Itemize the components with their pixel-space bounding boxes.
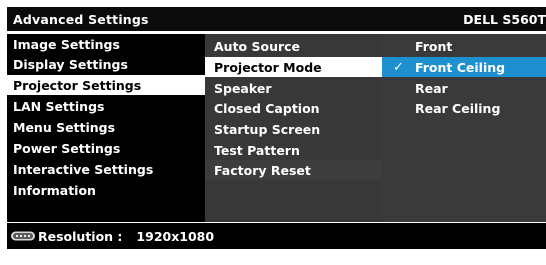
option-label: Rear Ceiling: [415, 100, 501, 116]
sub-menu-item-startup-screen[interactable]: Startup Screen: [205, 119, 382, 139]
osd-window: Advanced Settings DELL S560T Image Setti…: [0, 0, 546, 265]
osd-title-bar: Advanced Settings DELL S560T: [7, 7, 546, 31]
main-menu-item-display-settings[interactable]: Display Settings: [7, 54, 205, 74]
sub-menu-item-label: Startup Screen: [214, 121, 321, 137]
main-menu-item-lan-settings[interactable]: LAN Settings: [7, 96, 205, 116]
main-menu-item-label: Information: [13, 182, 96, 198]
sub-menu-item-projector-mode[interactable]: Projector Mode: [205, 57, 382, 77]
sub-menu-item-label: Test Pattern: [214, 142, 300, 158]
sub-menu-item-label: Factory Reset: [214, 162, 311, 178]
sub-menu-item-label: Auto Source: [214, 38, 301, 54]
menu-title: Advanced Settings: [13, 11, 149, 27]
menu-area: Image Settings Display Settings Projecto…: [7, 34, 546, 222]
main-menu-item-power-settings[interactable]: Power Settings: [7, 138, 205, 158]
main-menu-column: Image Settings Display Settings Projecto…: [7, 34, 205, 222]
option-rear-ceiling[interactable]: Rear Ceiling: [382, 98, 546, 118]
main-menu-item-information[interactable]: Information: [7, 180, 205, 200]
main-menu-item-interactive-settings[interactable]: Interactive Settings: [7, 159, 205, 179]
sub-menu-item-label: Speaker: [214, 80, 272, 96]
status-footer: Resolution : 1920x1080: [7, 223, 546, 249]
resolution-label: Resolution :: [38, 228, 123, 244]
options-column: Front ✓ Front Ceiling Rear Rear Ceiling: [382, 34, 546, 222]
sub-menu-item-label: Projector Mode: [214, 59, 322, 75]
option-front[interactable]: Front: [382, 36, 546, 56]
main-menu-item-projector-settings[interactable]: Projector Settings: [7, 75, 205, 95]
sub-menu-column: Auto Source Projector Mode Speaker Close…: [205, 34, 382, 222]
main-menu-item-label: Menu Settings: [13, 119, 116, 135]
option-label: Front: [415, 38, 453, 54]
resolution-value: 1920x1080: [136, 228, 215, 244]
main-menu-item-menu-settings[interactable]: Menu Settings: [7, 117, 205, 137]
sub-menu-item-closed-caption[interactable]: Closed Caption: [205, 98, 382, 118]
sub-menu-item-test-pattern[interactable]: Test Pattern: [205, 140, 382, 160]
main-menu-item-label: Display Settings: [13, 56, 128, 72]
main-menu-item-label: LAN Settings: [13, 98, 105, 114]
display-port-icon: [10, 230, 36, 242]
main-menu-item-label: Image Settings: [13, 36, 120, 52]
main-menu-item-label: Projector Settings: [13, 77, 142, 93]
sub-menu-item-factory-reset[interactable]: Factory Reset: [205, 160, 382, 180]
sub-menu-item-label: Closed Caption: [214, 100, 320, 116]
option-label: Rear: [415, 80, 448, 96]
option-front-ceiling[interactable]: ✓ Front Ceiling: [382, 57, 546, 77]
option-rear[interactable]: Rear: [382, 78, 546, 98]
option-label: Front Ceiling: [415, 59, 506, 75]
main-menu-item-label: Power Settings: [13, 140, 121, 156]
sub-menu-item-speaker[interactable]: Speaker: [205, 78, 382, 98]
main-menu-item-image-settings[interactable]: Image Settings: [7, 34, 205, 54]
main-menu-item-label: Interactive Settings: [13, 161, 154, 177]
projector-model: DELL S560T: [463, 11, 546, 27]
checkmark-icon: ✓: [393, 59, 404, 75]
sub-menu-item-auto-source[interactable]: Auto Source: [205, 36, 382, 56]
